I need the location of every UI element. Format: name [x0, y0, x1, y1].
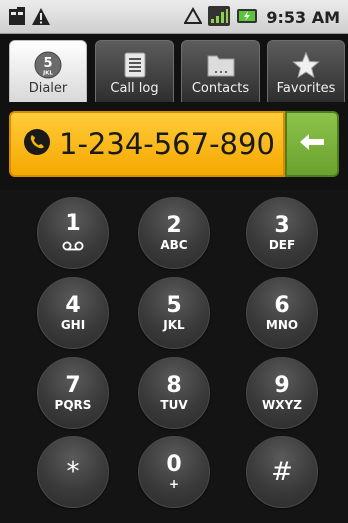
key-digit: 7: [65, 373, 81, 398]
backspace-arrow-icon: [298, 131, 326, 157]
keypad: 1 2 ABC 3 DEF 4 GHI 5 JKL 6 MNO 7 PQRS 8…: [0, 190, 348, 523]
key-5[interactable]: 5 JKL: [138, 277, 210, 349]
contacts-icon: [206, 51, 236, 79]
battery-icon: [236, 7, 258, 29]
key-digit: 1: [65, 210, 81, 236]
tab-favorites[interactable]: Favorites: [267, 40, 345, 102]
key-letters: DEF: [268, 238, 296, 252]
key-6[interactable]: 6 MNO: [246, 277, 318, 349]
phone-number-text: 1-234-567-890: [59, 127, 275, 161]
status-time: 9:53 AM: [266, 8, 340, 27]
data-icon: [183, 6, 204, 29]
key-digit: 0: [166, 452, 182, 477]
key-letters: ABC: [160, 238, 188, 252]
key-letters: MNO: [265, 318, 299, 332]
backspace-button[interactable]: [285, 111, 339, 177]
svg-text:5: 5: [43, 56, 52, 71]
tab-contacts-label: Contacts: [191, 81, 250, 96]
signal-icon: [208, 6, 231, 30]
tab-dialer-label: Dialer: [28, 81, 68, 96]
star-icon: [291, 51, 321, 79]
key-digit: 6: [274, 293, 290, 318]
key-digit: 4: [65, 293, 81, 318]
tab-favorites-label: Favorites: [276, 81, 336, 96]
key-letters: TUV: [160, 398, 188, 412]
key-digit: 2: [166, 213, 182, 238]
key-digit: 9: [274, 373, 290, 398]
key-letters: PQRS: [54, 398, 92, 412]
sd-card-icon: [8, 6, 26, 30]
key-3[interactable]: 3 DEF: [246, 197, 318, 269]
key-8[interactable]: 8 TUV: [138, 357, 210, 429]
dialer-keypad-icon: 5 JKL: [33, 51, 63, 79]
key-symbol: #: [271, 457, 293, 487]
status-bar: 9:53 AM: [0, 0, 348, 34]
number-area: 1-234-567-890: [0, 102, 348, 190]
svg-text:JKL: JKL: [42, 71, 53, 77]
key-1[interactable]: 1: [37, 197, 109, 269]
tab-dialer[interactable]: 5 JKL Dialer: [9, 40, 87, 102]
key-letters: +: [168, 477, 180, 491]
tab-contacts[interactable]: Contacts: [181, 40, 260, 102]
key-digit: 5: [166, 293, 182, 318]
key-digit: 3: [274, 213, 290, 238]
key-7[interactable]: 7 PQRS: [37, 357, 109, 429]
key-2[interactable]: 2 ABC: [138, 197, 210, 269]
key-0[interactable]: 0 +: [138, 436, 210, 508]
key-letters: WXYZ: [262, 398, 302, 412]
phone-icon: [23, 128, 51, 160]
key-letters: GHI: [60, 318, 86, 332]
key-digit: 8: [166, 373, 182, 398]
tab-bar: 5 JKL Dialer Call log Contacts Favorites: [0, 34, 348, 102]
voicemail-icon: [62, 236, 84, 255]
dialer-screen: 9:53 AM 5 JKL Dialer Call log Contacts F…: [0, 0, 348, 523]
status-bar-left: [8, 6, 51, 30]
warning-icon: [31, 7, 51, 30]
key-4[interactable]: 4 GHI: [37, 277, 109, 349]
key-letters: JKL: [163, 318, 185, 332]
call-log-icon: [120, 51, 150, 79]
key-symbol: *: [66, 457, 80, 487]
key-9[interactable]: 9 WXYZ: [246, 357, 318, 429]
key-pound[interactable]: #: [246, 436, 318, 508]
key-star[interactable]: *: [37, 436, 109, 508]
tab-call-log-label: Call log: [110, 81, 159, 96]
tab-call-log[interactable]: Call log: [95, 40, 174, 102]
phone-number-field[interactable]: 1-234-567-890: [9, 111, 285, 177]
status-bar-right: 9:53 AM: [183, 6, 340, 30]
